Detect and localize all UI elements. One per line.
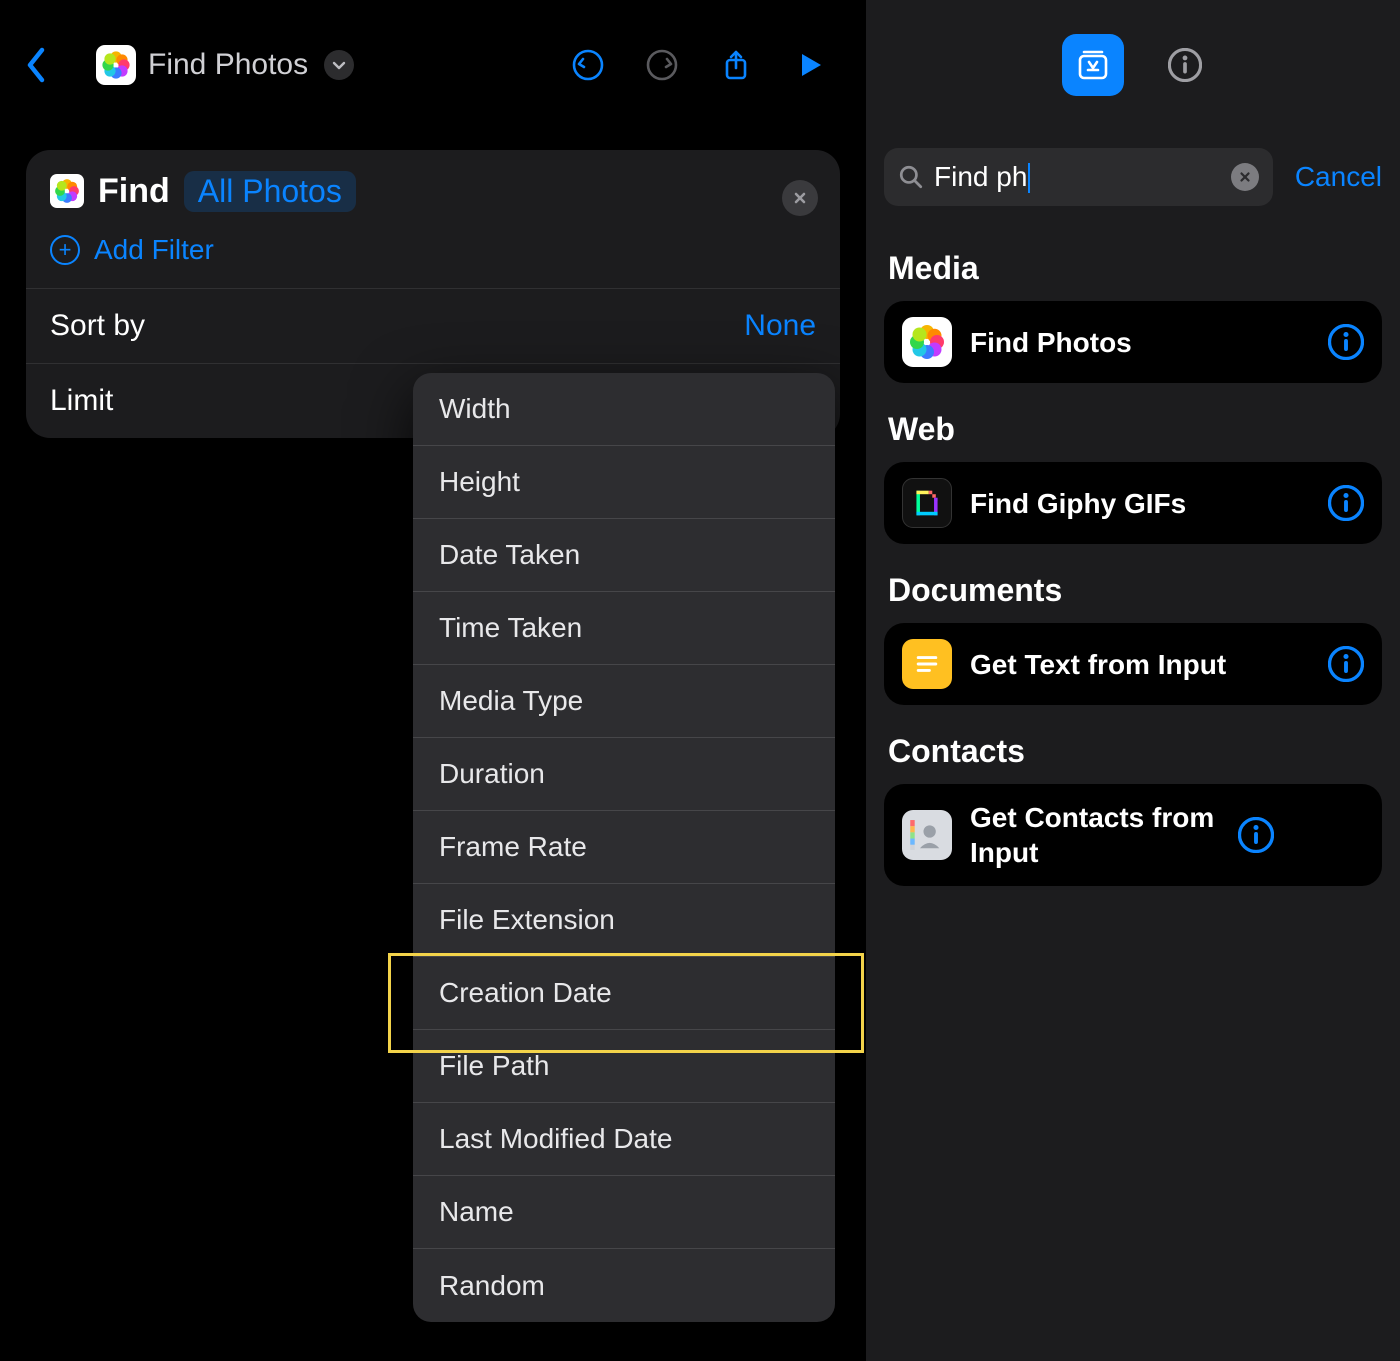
menu-item-height[interactable]: Height: [413, 446, 835, 519]
photos-app-icon: [902, 317, 952, 367]
actions-library-panel: Find ph Cancel Media Find Photos Web: [866, 0, 1400, 1361]
menu-item-file-extension[interactable]: File Extension: [413, 884, 835, 957]
result-info-button[interactable]: [1328, 485, 1364, 521]
apps-tab-button[interactable]: [1062, 34, 1124, 96]
clear-search-button[interactable]: [1231, 163, 1259, 191]
menu-item-duration[interactable]: Duration: [413, 738, 835, 811]
back-button[interactable]: [24, 46, 48, 84]
library-header: [866, 0, 1400, 130]
search-text: Find ph: [934, 161, 1221, 194]
editor-header: Find Photos: [0, 0, 866, 130]
result-info-button[interactable]: [1238, 817, 1274, 853]
contacts-app-icon: [902, 810, 952, 860]
remove-action-button[interactable]: [782, 180, 818, 216]
section-header-web: Web: [866, 395, 1400, 462]
menu-item-creation-date[interactable]: Creation Date: [413, 957, 835, 1030]
cancel-search-button[interactable]: Cancel: [1295, 161, 1382, 193]
plus-icon: +: [50, 235, 80, 265]
menu-item-random[interactable]: Random: [413, 1249, 835, 1322]
text-doc-icon: [902, 639, 952, 689]
photos-app-icon: [50, 174, 84, 208]
result-get-text[interactable]: Get Text from Input: [884, 623, 1382, 705]
action-verb: Find: [98, 172, 170, 211]
add-filter-button[interactable]: + Add Filter: [26, 224, 840, 288]
result-label: Get Text from Input: [970, 647, 1310, 682]
redo-button[interactable]: [630, 33, 694, 97]
info-tab-button[interactable]: [1166, 46, 1204, 84]
menu-item-width[interactable]: Width: [413, 373, 835, 446]
menu-item-name[interactable]: Name: [413, 1176, 835, 1249]
undo-button[interactable]: [556, 33, 620, 97]
section-header-contacts: Contacts: [866, 717, 1400, 784]
section-header-documents: Documents: [866, 556, 1400, 623]
menu-item-last-modified[interactable]: Last Modified Date: [413, 1103, 835, 1176]
sort-by-label: Sort by: [50, 309, 145, 343]
giphy-app-icon: [902, 478, 952, 528]
search-row: Find ph Cancel: [866, 130, 1400, 234]
menu-item-media-type[interactable]: Media Type: [413, 665, 835, 738]
limit-label: Limit: [50, 384, 113, 418]
menu-item-date-taken[interactable]: Date Taken: [413, 519, 835, 592]
action-title-row: Find All Photos: [26, 150, 840, 224]
result-get-contacts[interactable]: Get Contacts from Input: [884, 784, 1382, 886]
action-parameter-chip[interactable]: All Photos: [184, 171, 356, 212]
result-label: Get Contacts from Input: [970, 800, 1220, 870]
shortcut-app-icon: [96, 45, 136, 85]
menu-item-time-taken[interactable]: Time Taken: [413, 592, 835, 665]
result-find-giphy[interactable]: Find Giphy GIFs: [884, 462, 1382, 544]
menu-item-file-path[interactable]: File Path: [413, 1030, 835, 1103]
section-header-media: Media: [866, 234, 1400, 301]
result-info-button[interactable]: [1328, 646, 1364, 682]
search-icon: [898, 164, 924, 190]
result-find-photos[interactable]: Find Photos: [884, 301, 1382, 383]
result-label: Find Giphy GIFs: [970, 486, 1310, 521]
menu-item-frame-rate[interactable]: Frame Rate: [413, 811, 835, 884]
run-button[interactable]: [778, 33, 842, 97]
sort-by-row[interactable]: Sort by None: [26, 289, 840, 363]
sort-by-value[interactable]: None: [744, 309, 816, 343]
search-input[interactable]: Find ph: [884, 148, 1273, 206]
result-label: Find Photos: [970, 325, 1310, 360]
share-button[interactable]: [704, 33, 768, 97]
shortcut-editor-panel: Find Photos Find All Photos: [0, 0, 866, 1361]
title-options-button[interactable]: [324, 50, 354, 80]
shortcut-title[interactable]: Find Photos: [148, 48, 308, 82]
sort-by-menu: Width Height Date Taken Time Taken Media…: [413, 373, 835, 1322]
result-info-button[interactable]: [1328, 324, 1364, 360]
